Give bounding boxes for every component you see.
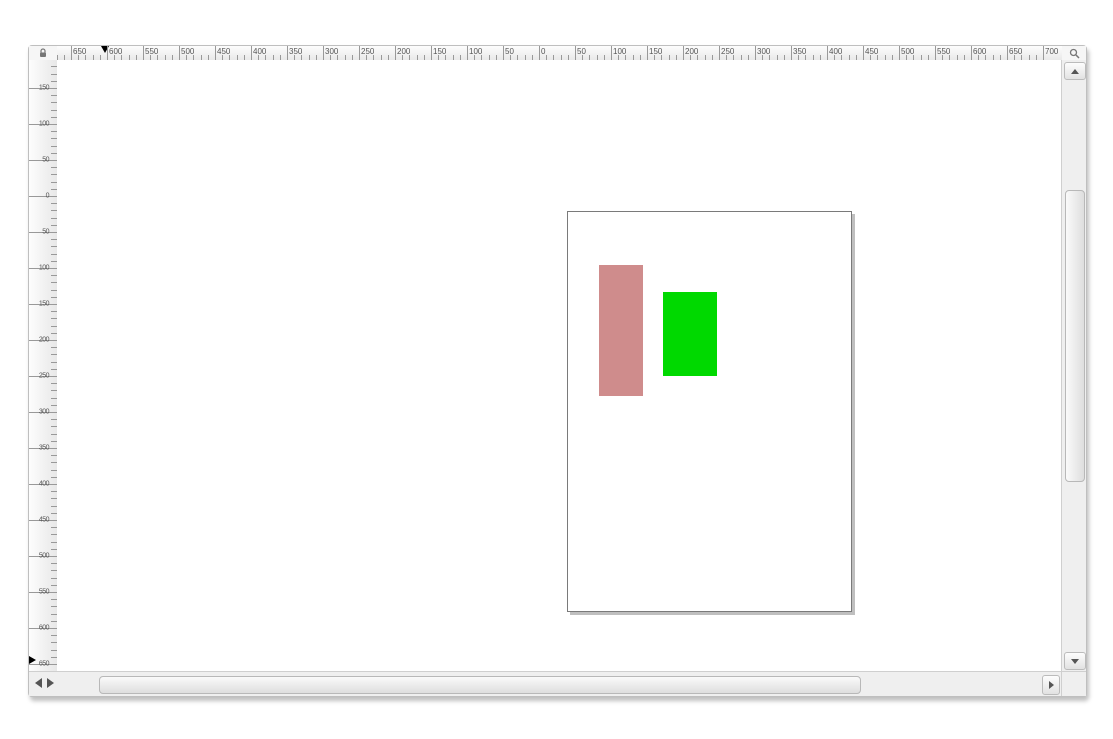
- v-ruler-label: 0: [29, 193, 51, 200]
- next-page-icon[interactable]: [47, 678, 54, 688]
- prev-page-icon[interactable]: [35, 678, 42, 688]
- h-ruler-label: 600: [973, 47, 986, 56]
- h-ruler-label: 500: [181, 47, 194, 56]
- canvas-viewport[interactable]: [57, 60, 1062, 672]
- editor-frame: 6506005505004504003503002502001501005005…: [28, 45, 1087, 697]
- ruler-origin-corner[interactable]: [29, 46, 58, 61]
- v-ruler-label: 400: [29, 481, 51, 488]
- h-ruler-label: 550: [145, 47, 158, 56]
- h-ruler-label: 450: [865, 47, 878, 56]
- v-ruler-label: 300: [29, 409, 51, 416]
- v-ruler-label: 50: [29, 157, 51, 164]
- v-ruler-label: 600: [29, 625, 51, 632]
- v-ruler-label: 100: [29, 265, 51, 272]
- h-ruler-label: 700: [1045, 47, 1058, 56]
- h-ruler-label: 500: [901, 47, 914, 56]
- v-ruler-label: 250: [29, 373, 51, 380]
- rect-green[interactable]: [663, 292, 717, 376]
- scroll-right-button[interactable]: [1042, 675, 1060, 695]
- h-ruler-label: 300: [757, 47, 770, 56]
- scroll-corner: [1061, 671, 1086, 696]
- h-ruler-label: 650: [1009, 47, 1022, 56]
- chevron-right-icon: [1049, 681, 1054, 689]
- h-ruler-label: 400: [253, 47, 266, 56]
- zoom-icon: [1069, 48, 1080, 59]
- h-ruler-label: 650: [73, 47, 86, 56]
- vertical-ruler[interactable]: 2001501005005010015020025030035040045050…: [29, 60, 58, 672]
- h-ruler-label: 600: [109, 47, 122, 56]
- h-ruler-label: 400: [829, 47, 842, 56]
- v-ruler-label: 450: [29, 517, 51, 524]
- v-ruler-label: 150: [29, 85, 51, 92]
- scroll-down-button[interactable]: [1064, 652, 1086, 670]
- v-ruler-label: 500: [29, 553, 51, 560]
- chevron-up-icon: [1071, 69, 1079, 74]
- horizontal-ruler[interactable]: 650 600 550 500 450 400 350 300 250 200 150 100 500 5…: [57, 46, 1062, 61]
- v-ruler-label: 150: [29, 301, 51, 308]
- h-ruler-label: 100: [613, 47, 626, 56]
- vertical-scrollbar[interactable]: [1061, 60, 1086, 672]
- h-ruler-label: 0: [541, 47, 545, 56]
- scroll-up-button[interactable]: [1064, 62, 1086, 80]
- h-ruler-label: 200: [685, 47, 698, 56]
- v-ruler-label: 550: [29, 589, 51, 596]
- h-ruler-label: 150: [433, 47, 446, 56]
- horizontal-scrollbar[interactable]: [29, 671, 1062, 696]
- chevron-down-icon: [1071, 659, 1079, 664]
- h-ruler-label: 150: [649, 47, 662, 56]
- zoom-corner[interactable]: [1061, 46, 1086, 61]
- h-ruler-label: 350: [289, 47, 302, 56]
- v-ruler-label: 350: [29, 445, 51, 452]
- rect-pink[interactable]: [599, 265, 643, 396]
- h-ruler-label: 300: [325, 47, 338, 56]
- h-ruler-label: 350: [793, 47, 806, 56]
- h-ruler-label: 100: [469, 47, 482, 56]
- horizontal-scroll-thumb[interactable]: [99, 676, 861, 694]
- h-ruler-label: 250: [361, 47, 374, 56]
- v-ruler-caret-icon: [29, 656, 36, 664]
- v-ruler-label: 100: [29, 121, 51, 128]
- h-ruler-label: 200: [397, 47, 410, 56]
- lock-icon: [38, 48, 48, 58]
- vertical-scroll-thumb[interactable]: [1065, 190, 1085, 482]
- h-ruler-label: 250: [721, 47, 734, 56]
- v-ruler-label: 200: [29, 337, 51, 344]
- h-ruler-label: 450: [217, 47, 230, 56]
- h-ruler-label: 550: [937, 47, 950, 56]
- v-ruler-label: 50: [29, 229, 51, 236]
